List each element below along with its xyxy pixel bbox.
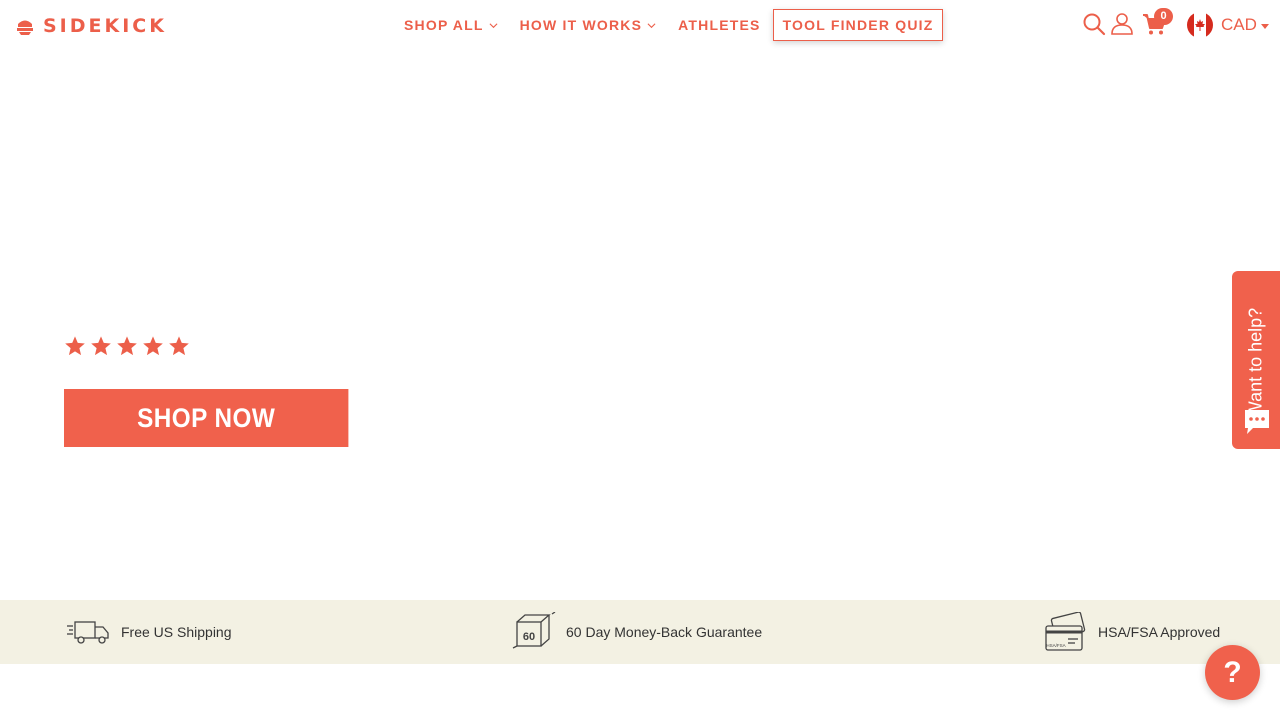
star-icon [65, 336, 85, 356]
benefit-hsa-fsa: HSA/FSA HSA/FSA Approved [1043, 612, 1220, 652]
help-bubble-label: ? [1223, 655, 1242, 689]
nav-how-it-works[interactable]: HOW IT WORKS [520, 17, 657, 33]
60-day-icon-text: 60 [523, 631, 535, 643]
benefits-bar: Free US Shipping 60 60 Day Money-Back Gu… [0, 600, 1280, 664]
logo[interactable]: SIDEKICK [15, 14, 167, 38]
currency-label: CAD [1221, 15, 1257, 34]
hsa-card-icon-text: HSA/FSA [1046, 643, 1065, 648]
nav-athletes-label: ATHLETES [678, 17, 761, 33]
benefit-hsa-fsa-label: HSA/FSA Approved [1098, 624, 1221, 640]
logo-mark-icon [17, 20, 33, 35]
star-icon [91, 336, 111, 356]
benefit-free-shipping-label: Free US Shipping [121, 624, 232, 640]
shop-now-label: SHOP NOW [137, 402, 276, 433]
truck-icon [67, 621, 109, 644]
hsa-card-icon: HSA/FSA [1045, 612, 1086, 651]
logo-text: SIDEKICK [43, 14, 167, 37]
maple-leaf-icon [1195, 19, 1205, 31]
search-icon[interactable] [1082, 12, 1106, 36]
want-to-help-label: Want to help? [1245, 307, 1266, 419]
chevron-down-icon [489, 22, 498, 28]
currency-selector[interactable]: CAD [1221, 15, 1269, 35]
header-actions: 0 CAD [1070, 8, 1280, 42]
benefit-money-back: 60 60 Day Money-Back Guarantee [511, 612, 762, 652]
chevron-down-icon [647, 22, 656, 28]
flag-bar-left [1187, 12, 1194, 38]
nav-tool-finder-quiz-label: TOOL FINDER QUIZ [782, 17, 934, 33]
shop-now-button[interactable]: SHOP NOW [64, 389, 349, 447]
cart-count-badge: 0 [1154, 8, 1173, 25]
help-bubble-button[interactable]: ? [1205, 645, 1260, 700]
star-icon [169, 336, 189, 356]
nav-athletes[interactable]: ATHLETES [678, 17, 760, 33]
nav-how-it-works-label: HOW IT WORKS [519, 17, 643, 33]
nav-tool-finder-quiz[interactable]: TOOL FINDER QUIZ [772, 9, 944, 41]
star-icon [143, 336, 163, 356]
user-icon[interactable] [1110, 12, 1134, 36]
caret-down-icon [1260, 23, 1269, 29]
flag-bar-right [1206, 12, 1213, 38]
benefit-free-shipping: Free US Shipping [66, 612, 232, 652]
nav-shop-all-label: SHOP ALL [404, 17, 484, 33]
main-nav: SHOP ALL HOW IT WORKS ATHLETES TOOL FIND… [404, 9, 944, 41]
rating-stars [64, 335, 190, 357]
chat-bubble-icon [1245, 410, 1269, 434]
want-to-help-tab[interactable]: Want to help? [1232, 271, 1280, 449]
star-icon [117, 336, 137, 356]
60-day-icon: 60 [512, 612, 556, 649]
benefit-money-back-label: 60 Day Money-Back Guarantee [566, 624, 763, 640]
canada-flag-icon[interactable] [1187, 12, 1213, 38]
nav-shop-all[interactable]: SHOP ALL [404, 17, 498, 33]
site-header: SIDEKICK SHOP ALL HOW IT WORKS ATHLETES … [0, 0, 1280, 50]
